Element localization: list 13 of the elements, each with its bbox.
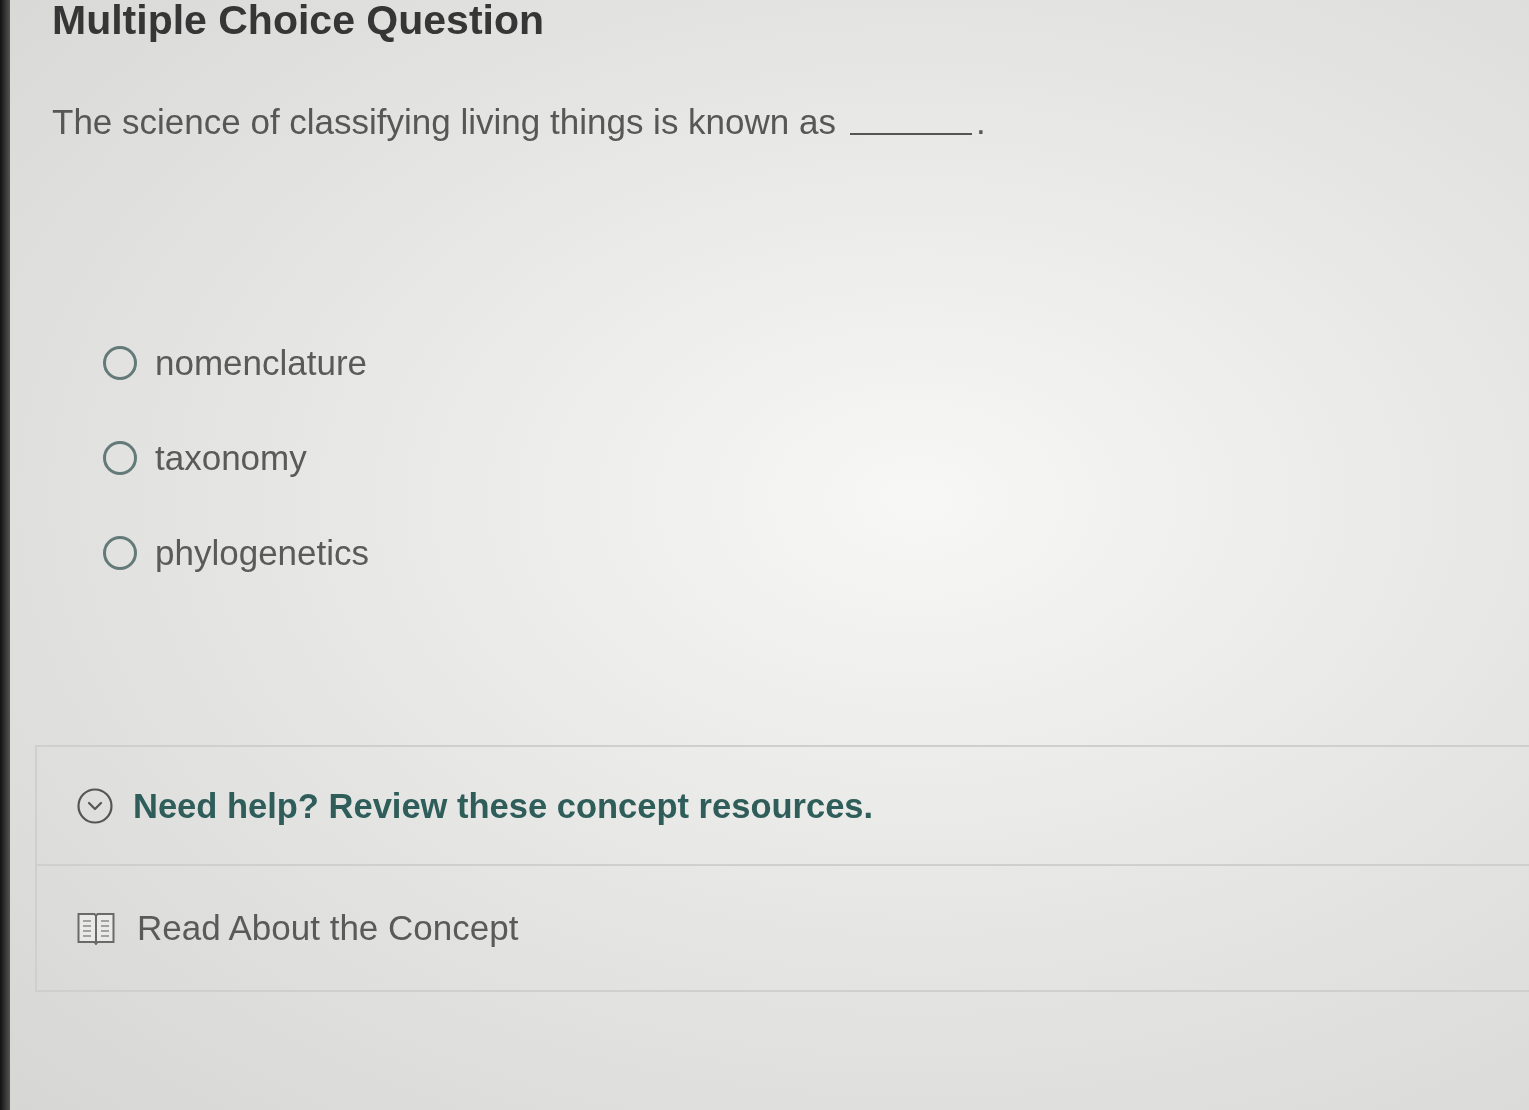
radio-button[interactable]	[103, 536, 137, 570]
option-label[interactable]: taxonomy	[155, 436, 307, 480]
help-toggle-link[interactable]: Need help? Review these concept resources.	[133, 783, 874, 828]
resource-link[interactable]: Read About the Concept	[137, 906, 519, 950]
option-label[interactable]: phylogenetics	[155, 531, 370, 575]
question-heading: Multiple Choice Question	[52, 0, 545, 42]
question-text: The science of classifying living things is known as	[52, 101, 836, 143]
radio-button[interactable]	[103, 346, 137, 380]
chevron-circle-icon[interactable]	[77, 787, 113, 824]
radio-button[interactable]	[103, 441, 137, 475]
question-period: .	[976, 101, 986, 143]
book-icon	[77, 911, 115, 945]
option-label[interactable]: nomenclature	[155, 341, 368, 385]
